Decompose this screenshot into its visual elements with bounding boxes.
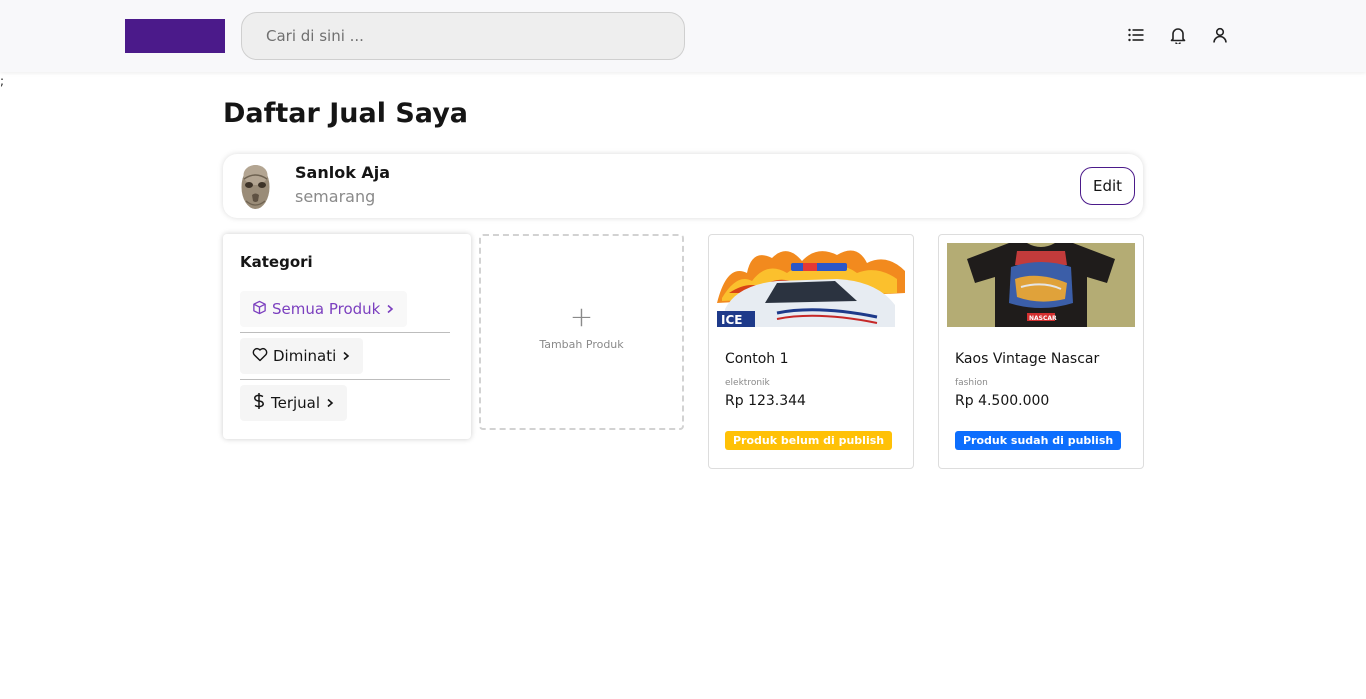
chevron-right-icon <box>385 300 395 318</box>
category-label: Terjual <box>271 394 321 412</box>
page-title: Daftar Jual Saya <box>223 98 469 129</box>
navbar <box>0 0 1366 72</box>
box-icon <box>252 300 267 319</box>
status-badge: Produk sudah di publish <box>955 431 1122 450</box>
list-icon[interactable] <box>1126 25 1146 45</box>
svg-text:NASCAR: NASCAR <box>1029 315 1057 322</box>
user-icon[interactable] <box>1210 25 1230 45</box>
search-input[interactable] <box>241 12 685 60</box>
product-card[interactable]: NASCAR Kaos Vintage Nascar fashion Rp 4.… <box>938 234 1144 469</box>
divider <box>240 379 450 380</box>
status-badge: Produk belum di publish <box>725 431 893 450</box>
product-category: elektronik <box>725 378 770 388</box>
stray-text: ; <box>0 74 5 88</box>
heart-icon <box>252 347 268 366</box>
bell-icon[interactable] <box>1168 25 1188 45</box>
profile-card: Sanlok Aja semarang Edit <box>223 154 1143 218</box>
kategori-panel: Kategori Semua Produk Diminati Terjual <box>223 234 471 439</box>
category-diminati[interactable]: Diminati <box>240 338 364 374</box>
category-terjual[interactable]: Terjual <box>240 385 348 421</box>
profile-name: Sanlok Aja <box>295 163 391 182</box>
product-name: Kaos Vintage Nascar <box>955 351 1100 367</box>
product-price: Rp 123.344 <box>725 393 806 409</box>
product-name: Contoh 1 <box>725 351 789 367</box>
product-price: Rp 4.500.000 <box>955 393 1050 409</box>
add-product-label: Tambah Produk <box>539 338 624 351</box>
product-image: NASCAR <box>947 243 1135 327</box>
product-image: ICE <box>717 243 905 327</box>
dollar-icon <box>252 392 266 414</box>
category-semua-produk[interactable]: Semua Produk <box>240 291 408 327</box>
category-label: Semua Produk <box>272 300 381 318</box>
profile-city: semarang <box>295 187 376 206</box>
edit-profile-button[interactable]: Edit <box>1080 167 1135 205</box>
logo[interactable] <box>125 19 225 53</box>
category-label: Diminati <box>273 347 337 365</box>
add-product-card[interactable]: + Tambah Produk <box>479 234 684 430</box>
plus-icon: + <box>569 300 594 333</box>
divider <box>240 332 450 333</box>
product-category: fashion <box>955 378 988 388</box>
product-card[interactable]: ICE Contoh 1 elektronik Rp 123.344 Produ… <box>708 234 914 469</box>
chevron-right-icon <box>325 394 335 412</box>
avatar <box>238 161 273 211</box>
kategori-title: Kategori <box>240 253 313 271</box>
chevron-right-icon <box>341 347 351 365</box>
svg-text:ICE: ICE <box>721 313 742 327</box>
